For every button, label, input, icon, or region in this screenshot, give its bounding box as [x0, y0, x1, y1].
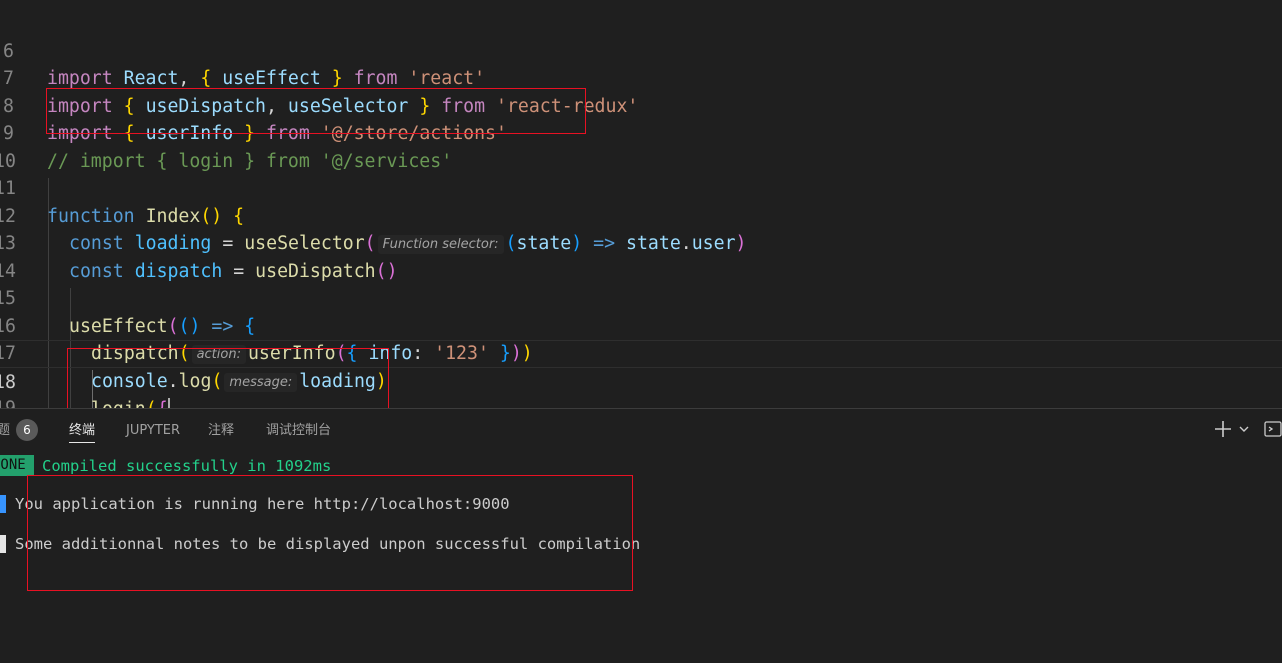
code-line[interactable]: 6 import React, { useEffect } from 'reac… — [0, 10, 1282, 90]
code-line[interactable]: 17 console.log(message:loading) — [0, 313, 1282, 392]
code-line-current[interactable]: 18 login({ — [0, 340, 1282, 408]
plus-icon[interactable] — [1214, 420, 1232, 438]
tab-terminal[interactable]: 终端 — [69, 409, 96, 449]
done-tag: DONE — [0, 455, 34, 476]
code-line[interactable]: 8 import { userInfo } from '@/store/acti… — [0, 65, 1282, 145]
terminal-icon[interactable] — [1264, 420, 1282, 438]
running-url-message: You application is running here http://l… — [15, 495, 510, 513]
info-marker — [0, 495, 6, 513]
code-line[interactable]: 7 import { useDispatch, useSelector } fr… — [0, 38, 1282, 117]
compiled-message: Compiled successfully in 1092ms — [42, 457, 332, 475]
tab-label: 调试控制台 — [266, 423, 332, 438]
code-line[interactable]: 19 username: 'admin', — [0, 368, 1282, 408]
notes-message: Some additionnal notes to be displayed u… — [15, 535, 641, 553]
code-editor[interactable]: 6 import React, { useEffect } from 'reac… — [0, 0, 1282, 408]
code-line[interactable]: 9 // import { login } from '@/services' — [0, 93, 1282, 172]
bottom-panel: 题 6 终端 JUPYTER 注释 调试控制台 DONE Compiled su… — [0, 408, 1282, 663]
code-line[interactable]: 15 useEffect(() => { — [0, 258, 1282, 337]
code-line[interactable]: 10 — [0, 120, 1282, 172]
tab-comments[interactable]: 注释 — [208, 409, 234, 449]
tab-jupyter[interactable]: JUPYTER — [126, 409, 180, 449]
code-line[interactable]: 13 const dispatch = useDispatch() — [0, 203, 1282, 282]
code-line[interactable]: 16 dispatch(action:userInfo({ info: '123… — [0, 285, 1282, 364]
chevron-down-icon[interactable] — [1238, 423, 1250, 435]
code-line[interactable]: 11 function Index() { — [0, 148, 1282, 227]
note-marker — [0, 535, 6, 553]
code-line[interactable]: 14 — [0, 230, 1282, 282]
tab-label: 题 — [0, 423, 11, 438]
tab-label: 终端 — [69, 423, 96, 438]
panel-tabs: 题 6 终端 JUPYTER 注释 调试控制台 — [0, 409, 1282, 449]
code-line[interactable]: 12 const loading = useSelector(Function … — [0, 175, 1282, 254]
problems-count-badge: 6 — [16, 419, 38, 441]
terminal-output[interactable]: DONE Compiled successfully in 1092ms You… — [0, 449, 1282, 663]
tab-problems[interactable]: 题 6 — [0, 409, 45, 449]
code-line[interactable]: 20 password: 'admin123' — [0, 395, 1282, 408]
tab-label: 注释 — [208, 423, 235, 438]
tab-debug-console[interactable]: 调试控制台 — [266, 409, 331, 449]
tab-label: JUPYTER — [126, 423, 181, 438]
